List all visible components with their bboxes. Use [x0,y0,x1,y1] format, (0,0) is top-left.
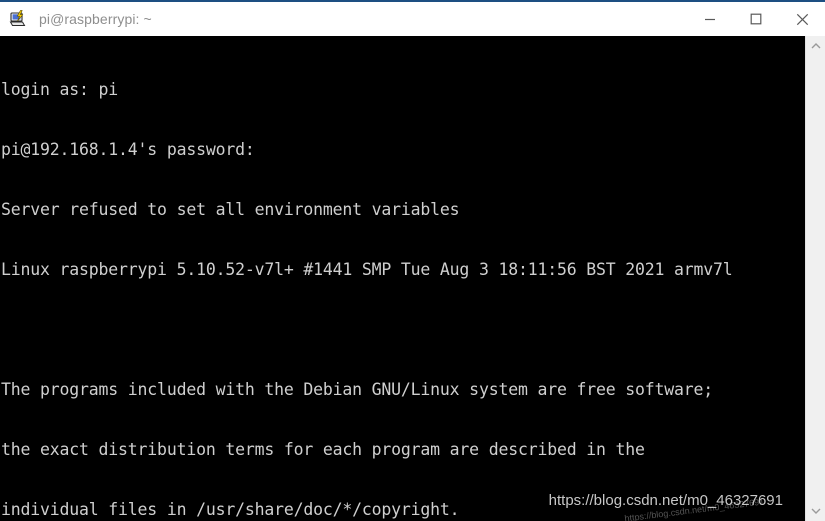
title-bar: pi@raspberrypi: ~ [0,0,825,36]
terminal-line: Server refused to set all environment va… [1,200,460,219]
putty-computer-icon [9,9,29,29]
terminal-output-area[interactable]: login as: pi pi@192.168.1.4's password: … [0,36,805,521]
terminal-line: pi@192.168.1.4's password: [1,140,255,159]
terminal-line: login as: pi [1,80,119,99]
scroll-down-button[interactable] [806,501,825,521]
maximize-icon [750,13,762,25]
terminal-line: Linux raspberrypi 5.10.52-v7l+ #1441 SMP… [1,260,733,279]
window-title: pi@raspberrypi: ~ [39,11,152,27]
terminal-line: the exact distribution terms for each pr… [1,440,645,459]
chevron-down-icon [811,508,820,514]
minimize-button[interactable] [687,2,733,36]
title-bar-left: pi@raspberrypi: ~ [0,9,152,29]
putty-terminal-window: pi@raspberrypi: ~ login as: pi pi@192.16… [0,0,825,521]
maximize-button[interactable] [733,2,779,36]
window-controls [687,2,825,36]
minimize-icon [705,18,715,21]
vertical-scrollbar[interactable] [805,36,825,521]
scroll-up-button[interactable] [806,36,825,56]
close-icon [796,13,808,25]
chevron-up-icon [811,43,820,49]
terminal-text: login as: pi pi@192.168.1.4's password: … [1,40,805,521]
watermark-url: https://blog.csdn.net/m0_46327691 [548,492,783,509]
terminal-line: The programs included with the Debian GN… [1,380,714,399]
scrollbar-track[interactable] [806,56,825,501]
close-button[interactable] [779,2,825,36]
